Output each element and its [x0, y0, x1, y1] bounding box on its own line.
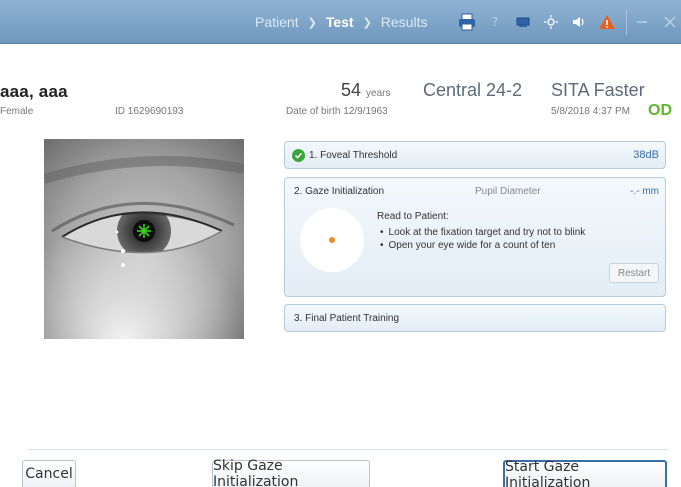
patient-age-value: 54 — [341, 80, 362, 100]
test-strategy: SITA Faster — [551, 80, 645, 100]
svg-text:?: ? — [492, 15, 498, 29]
breadcrumb-results[interactable]: Results — [381, 14, 428, 30]
cancel-button[interactable]: Cancel — [22, 460, 76, 487]
check-circle-icon — [292, 149, 305, 162]
tracking-crosshair-icon — [137, 224, 151, 238]
app-window: Patient ❯ Test ❯ Results ? aaa, aaa Fema… — [0, 0, 681, 487]
eye-indicator: OD — [648, 102, 672, 119]
pupil-diameter-value: -.- mm — [630, 186, 659, 197]
chevron-right-icon: ❯ — [307, 16, 317, 29]
patient-age-unit: years — [366, 88, 391, 99]
toolbar-divider — [626, 9, 627, 35]
warning-icon[interactable] — [596, 11, 618, 33]
restart-button[interactable]: Restart — [609, 263, 659, 283]
step-gaze-title: 2. Gaze Initialization — [294, 186, 385, 197]
brightness-icon[interactable] — [540, 11, 562, 33]
help-icon[interactable]: ? — [484, 11, 506, 33]
minimize-icon[interactable] — [631, 11, 653, 33]
pupil-diameter-label: Pupil Diameter — [475, 186, 541, 197]
skip-gaze-initialization-button[interactable]: Skip Gaze Initialization — [212, 458, 370, 487]
step-final-title: 3. Final Patient Training — [294, 313, 400, 324]
step-gaze-initialization: 2. Gaze Initialization Pupil Diameter -.… — [284, 177, 666, 297]
gaze-fixation-dot — [329, 237, 335, 243]
volume-icon[interactable] — [568, 11, 590, 33]
footer-divider — [28, 449, 668, 450]
patient-dob: Date of birth 12/9/1963 — [286, 106, 388, 117]
patient-sex: Female — [0, 106, 34, 117]
breadcrumb-test[interactable]: Test — [326, 14, 354, 30]
gaze-target-display — [300, 208, 364, 272]
start-gaze-initialization-button[interactable]: Start Gaze Initialization — [503, 459, 667, 487]
instruction-item: Open your eye wide for a count of ten — [380, 239, 585, 252]
step-final-patient-training[interactable]: 3. Final Patient Training — [284, 304, 666, 332]
breadcrumb: Patient ❯ Test ❯ Results — [255, 12, 427, 32]
monitor-icon[interactable] — [512, 11, 534, 33]
printer-icon[interactable] — [456, 11, 478, 33]
step-foveal-threshold[interactable]: 1. Foveal Threshold 38dB — [284, 141, 666, 169]
patient-instructions: Look at the fixation target and try not … — [380, 226, 586, 252]
test-pattern: Central 24-2 — [423, 80, 523, 100]
read-to-patient-label: Read to Patient: — [377, 211, 449, 222]
patient-age: 54 years — [341, 80, 391, 101]
eye-camera-image — [44, 139, 244, 339]
close-icon[interactable] — [659, 11, 681, 33]
top-bar: Patient ❯ Test ❯ Results ? — [0, 0, 681, 44]
chevron-right-icon: ❯ — [362, 16, 372, 29]
patient-id: ID 1629690193 — [115, 106, 184, 117]
breadcrumb-patient[interactable]: Patient — [255, 14, 299, 30]
test-datetime: 5/8/2018 4:37 PM — [551, 106, 630, 117]
toolbar-icons: ? — [456, 9, 681, 35]
step-foveal-title: 1. Foveal Threshold — [309, 150, 398, 161]
patient-name: aaa, aaa — [0, 82, 68, 101]
instruction-item: Look at the fixation target and try not … — [380, 226, 586, 239]
foveal-threshold-value: 38dB — [633, 149, 659, 161]
